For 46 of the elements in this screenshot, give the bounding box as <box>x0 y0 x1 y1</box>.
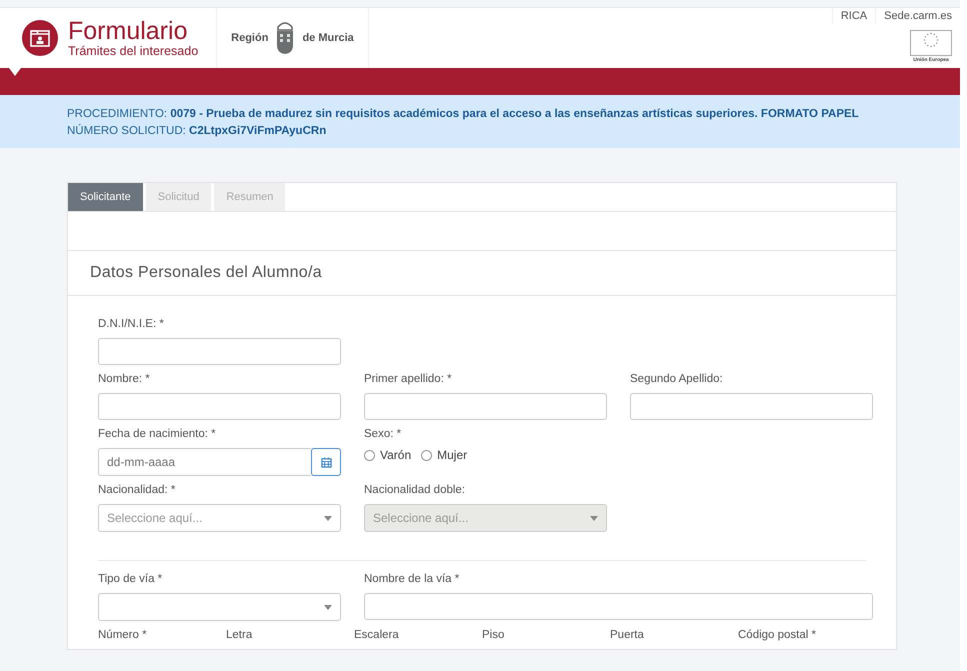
field-label: Primer apellido: * <box>364 373 453 385</box>
field-label: Letra <box>226 629 254 641</box>
select-field[interactable] <box>98 593 341 621</box>
region-name: Región <box>231 32 268 44</box>
region-name: de Murcia <box>302 32 354 44</box>
field-label: Código postal * <box>738 629 817 641</box>
caret-icon <box>324 604 332 610</box>
radio-button[interactable] <box>421 450 432 460</box>
section-title: Datos Personales del Alumno/a <box>68 251 896 296</box>
tab[interactable]: Solicitante <box>68 183 143 211</box>
field-label: Sexo: * <box>364 428 402 440</box>
radio-label: Mujer <box>437 448 468 462</box>
app-title: Formulario <box>68 18 188 44</box>
field-label: Nombre: * <box>98 373 151 385</box>
tab[interactable]: Solicitud <box>146 183 212 211</box>
field-label: Tipo de vía * <box>98 573 164 585</box>
field-label: Nacionalidad doble: <box>364 484 466 496</box>
request-number: NÚMERO SOLICITUD: C2LtpxGi7ViFmPAyuCRn <box>67 123 328 139</box>
field-label: Puerta <box>610 629 645 641</box>
field-label: Fecha de nacimiento: * <box>98 428 217 440</box>
calendar-icon <box>320 456 332 468</box>
folder-user-icon <box>22 20 58 56</box>
procedure-text: PROCEDIMIENTO: 0079 - Prueba de madurez sin requisitos académicos para el acceso a las enseñanzas artísticas superiores. FORMATO PAPEL <box>67 107 860 122</box>
field-label: Número * <box>98 629 148 641</box>
field-label: D.N.I/N.I.E: * <box>98 318 165 330</box>
radio-button[interactable] <box>364 450 375 460</box>
caret-icon <box>590 516 598 520</box>
text-field[interactable] <box>364 393 607 420</box>
text-field[interactable] <box>98 338 341 365</box>
select-field[interactable]: Seleccione aquí... <box>98 504 341 532</box>
text-field[interactable] <box>364 593 873 620</box>
tab[interactable]: Resumen <box>214 183 286 211</box>
field-label: Nombre de la vía * <box>364 573 460 585</box>
header-link[interactable]: Sede.carm.es <box>875 8 960 24</box>
field-label: Segundo Apellido: <box>630 373 724 385</box>
field-label: Piso <box>482 629 506 641</box>
calendar-button[interactable] <box>311 448 341 476</box>
text-field[interactable] <box>98 393 341 420</box>
field-label: Escalera <box>354 629 400 641</box>
field-label: Nacionalidad: * <box>98 484 176 496</box>
text-field[interactable] <box>630 393 873 420</box>
header-link[interactable]: RICA <box>832 8 876 24</box>
date-field[interactable]: dd-mm-aaaa <box>98 448 311 476</box>
radio-label: Varón <box>380 448 412 462</box>
app-subtitle: Trámites del interesado <box>68 44 198 58</box>
caret-icon <box>324 516 332 520</box>
